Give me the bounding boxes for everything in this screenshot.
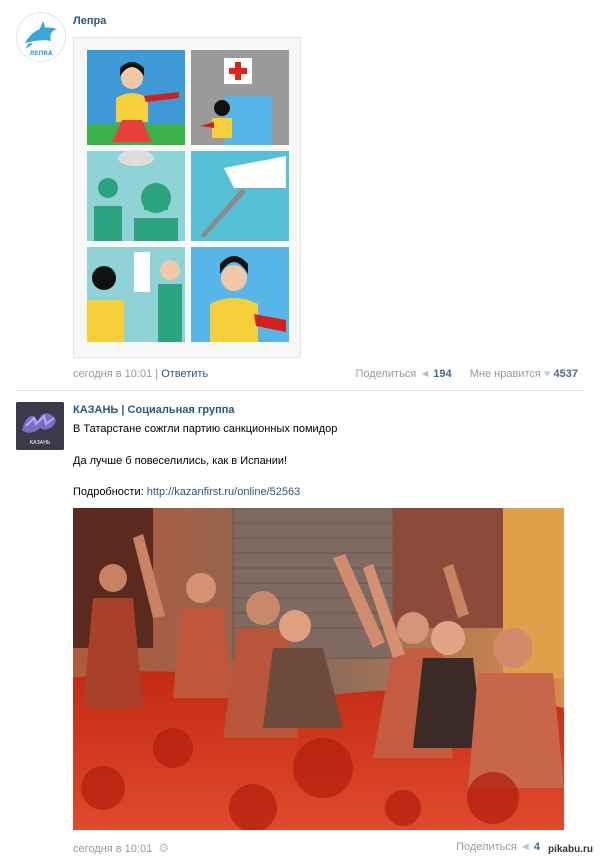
comic-image[interactable]: [73, 37, 301, 358]
svg-text:КАЗАНЬ: КАЗАНЬ: [30, 440, 51, 446]
post-actions: Поделиться ◄ 4: [456, 841, 540, 853]
like-button[interactable]: Мне нравится ♥ 4537: [470, 368, 578, 380]
post-time[interactable]: сегодня в 10:01: [73, 843, 152, 855]
share-count: 194: [433, 368, 452, 380]
post-author[interactable]: КАЗАНЬ | Социальная группа: [73, 404, 235, 416]
meta-separator: |: [152, 368, 162, 380]
post-meta: сегодня в 10:01 ⚙: [73, 841, 169, 855]
shark-logo-icon: ЛЕПRA: [25, 21, 57, 57]
post-text-line: В Татарстане сожгли партию санкционных п…: [73, 423, 338, 435]
megaphone-icon: ◄: [419, 368, 431, 380]
comic-illustration: [87, 50, 289, 342]
svg-text:ЛЕПRA: ЛЕПRA: [29, 50, 53, 57]
post-time[interactable]: сегодня в 10:01: [73, 368, 152, 380]
post-text-line: Да лучше б повеселились, как в Испании!: [73, 455, 288, 467]
source-link[interactable]: http://kazanfirst.ru/online/52563: [147, 486, 300, 498]
gear-icon[interactable]: ⚙: [158, 841, 169, 855]
post-meta: сегодня в 10:01 | Ответить: [73, 368, 208, 380]
heart-icon: ♥: [543, 368, 551, 380]
reply-link[interactable]: Ответить: [161, 368, 208, 380]
share-label: Поделиться: [456, 841, 517, 853]
site-watermark: pikabu.ru: [544, 843, 596, 856]
post-divider: [15, 390, 585, 391]
more-label: Подробности:: [73, 486, 147, 498]
share-count: 4: [533, 841, 540, 853]
post-kazan: КАЗАНЬ КАЗАНЬ | Социальная группа В Тата…: [0, 392, 600, 860]
post-lepra: ЛЕПRA Лепра сегодня в 10:01 | Ответить П…: [0, 0, 600, 395]
tomato-festival-photo[interactable]: [73, 508, 564, 830]
avatar-kazan[interactable]: КАЗАНЬ: [16, 402, 64, 450]
post-author[interactable]: Лепра: [73, 15, 106, 27]
post-source-line: Подробности: http://kazanfirst.ru/online…: [73, 486, 300, 498]
megaphone-icon: ◄: [519, 841, 531, 853]
share-label: Поделиться: [355, 368, 417, 380]
like-count: 4537: [553, 368, 578, 380]
post-actions: Поделиться ◄ 194 Мне нравится ♥ 4537: [356, 368, 578, 380]
avatar-lepra[interactable]: ЛЕПRA: [16, 12, 66, 62]
share-button[interactable]: Поделиться ◄ 194: [356, 368, 452, 380]
like-label: Мне нравится: [469, 368, 541, 380]
photo-illustration: [73, 508, 564, 830]
share-button[interactable]: Поделиться ◄ 4: [456, 841, 540, 853]
kazan-logo-icon: КАЗАНЬ: [16, 402, 64, 450]
